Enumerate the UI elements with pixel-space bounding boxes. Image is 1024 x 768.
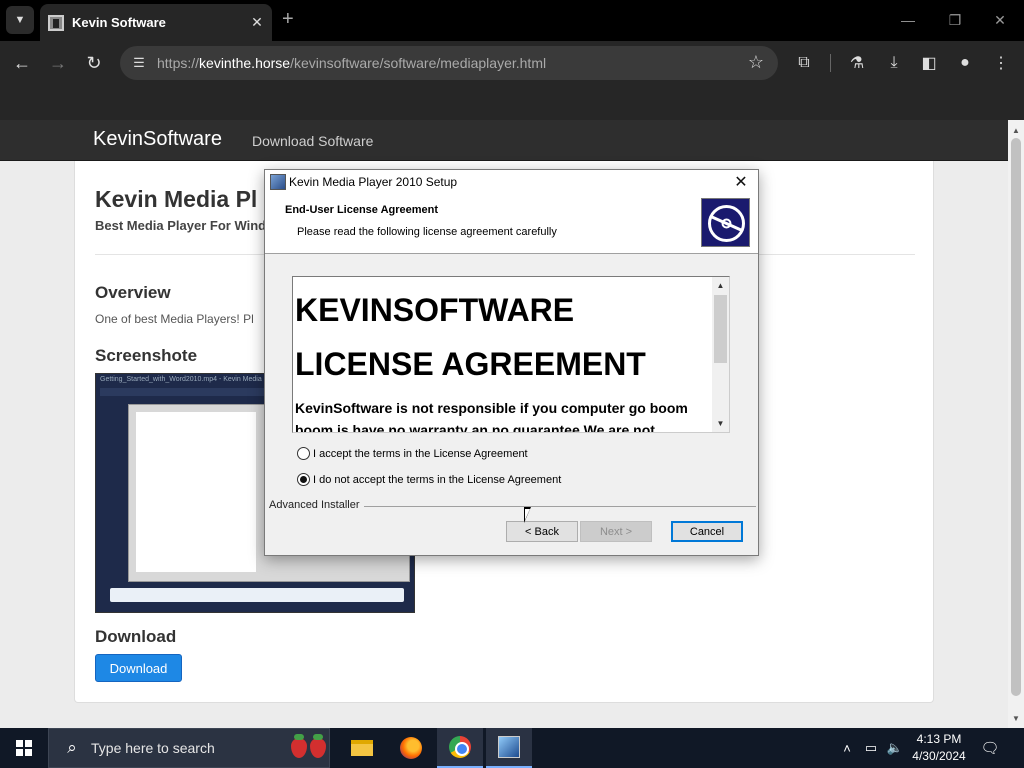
url-scheme: https://: [157, 55, 200, 71]
setup-taskbar-icon[interactable]: [486, 728, 532, 768]
decline-radio[interactable]: [297, 473, 310, 486]
bookmark-bar: [0, 85, 1024, 120]
browser-toolbar: ← → ↻ ☰ https://kevinthe.horse/kevinsoft…: [0, 41, 1024, 85]
dialog-titlebar[interactable]: Kevin Media Player 2010 Setup ✕: [265, 170, 758, 194]
new-tab-icon[interactable]: +: [282, 9, 294, 29]
dialog-header-title: End-User License Agreement: [285, 204, 439, 216]
url-host: kevinthe.horse: [199, 55, 291, 71]
dialog-header-subtitle: Please read the following license agreem…: [297, 226, 557, 238]
license-heading-line-1: KEVINSOFTWARE: [295, 292, 575, 328]
page-subtitle: Best Media Player For Wind: [95, 218, 267, 233]
tab-title: Kevin Software: [72, 15, 166, 30]
extensions-icon[interactable]: ⧉: [793, 52, 815, 74]
page-title: Kevin Media Pl: [95, 186, 258, 212]
scrollbar-thumb[interactable]: [1011, 138, 1021, 696]
strawberry-icon: [291, 734, 307, 758]
url-text[interactable]: https://kevinthe.horse/kevinsoftware/sof…: [157, 55, 546, 71]
accept-label[interactable]: I accept the terms in the License Agreem…: [313, 448, 528, 460]
forward-arrow-icon[interactable]: →: [46, 51, 70, 75]
advanced-installer-label: Advanced Installer: [269, 499, 364, 511]
dialog-close-icon[interactable]: ✕: [728, 170, 754, 194]
license-heading: KEVINSOFTWARE LICENSE AGREEMENT: [295, 283, 711, 391]
overview-text: One of best Media Players! Pl: [95, 312, 254, 326]
tab-search-dropdown-icon[interactable]: ▼: [6, 6, 34, 34]
decline-label[interactable]: I do not accept the terms in the License…: [313, 474, 561, 486]
scroll-down-arrow-icon[interactable]: ▼: [1008, 710, 1024, 726]
file-explorer-icon[interactable]: [339, 728, 385, 768]
download-heading: Download: [95, 627, 177, 646]
profile-icon[interactable]: ●: [954, 52, 976, 74]
screenshot-document: [136, 412, 256, 572]
dialog-title: Kevin Media Player 2010 Setup: [289, 175, 458, 189]
next-button[interactable]: Next >: [580, 521, 652, 542]
side-panel-icon[interactable]: ◧: [918, 52, 940, 74]
window-close-icon[interactable]: ✕: [988, 8, 1012, 32]
back-button[interactable]: < Back: [506, 521, 578, 542]
site-favicon-icon: [48, 14, 64, 31]
browser-tabstrip: ▼ Kevin Software ✕ + — ❐ ✕: [0, 0, 1024, 41]
dialog-header: End-User License Agreement Please read t…: [265, 194, 758, 254]
windows-logo-icon: [16, 740, 32, 756]
scroll-up-arrow-icon[interactable]: ▲: [1008, 122, 1024, 138]
setup-dialog: Kevin Media Player 2010 Setup ✕ End-User…: [264, 169, 759, 556]
taskbar-clock[interactable]: 4:13 PM 4/30/2024: [904, 731, 974, 765]
accept-radio[interactable]: [297, 447, 310, 460]
disc-logo-svg: [708, 205, 745, 242]
clock-time: 4:13 PM: [916, 732, 962, 746]
screenshot-player-controls: [110, 588, 404, 602]
nav-download-software-link[interactable]: Download Software: [252, 133, 373, 149]
strawberry-icon-2: [310, 734, 326, 758]
downloads-icon[interactable]: ⤓: [883, 52, 905, 74]
screenshot-heading: Screenshote: [95, 346, 198, 365]
license-scroll-down-icon[interactable]: ▼: [712, 415, 729, 432]
license-heading-line-2: LICENSE AGREEMENT: [295, 346, 646, 382]
site-navbar: KevinSoftware Download Software: [0, 120, 1008, 161]
disc-logo-icon: [701, 198, 750, 247]
cancel-button[interactable]: Cancel: [671, 521, 743, 542]
site-info-icon[interactable]: ☰: [130, 54, 148, 72]
license-scrollbar[interactable]: ▲ ▼: [712, 277, 729, 432]
search-placeholder[interactable]: Type here to search: [91, 740, 291, 756]
accept-option[interactable]: I accept the terms in the License Agreem…: [297, 447, 528, 460]
clock-date: 4/30/2024: [912, 749, 966, 763]
bookmark-star-icon[interactable]: ☆: [748, 52, 764, 73]
license-scroll-up-icon[interactable]: ▲: [712, 277, 729, 294]
decline-option[interactable]: I do not accept the terms in the License…: [297, 473, 561, 486]
tray-overflow-chevron-icon[interactable]: ˄: [838, 739, 856, 757]
start-button[interactable]: [0, 728, 48, 768]
site-brand[interactable]: KevinSoftware: [93, 128, 222, 151]
window-minimize-icon[interactable]: —: [896, 8, 920, 32]
back-arrow-icon[interactable]: ←: [10, 51, 34, 75]
windows-taskbar: ⌕ Type here to search ˄ ▭ 🔈 4:13 PM 4/30…: [0, 728, 1024, 768]
search-icon: ⌕: [67, 738, 77, 757]
license-text-box[interactable]: KEVINSOFTWARE LICENSE AGREEMENT KevinSof…: [292, 276, 730, 433]
network-icon[interactable]: ▭: [862, 739, 880, 757]
volume-muted-icon[interactable]: 🔈: [886, 739, 904, 757]
url-path: /kevinsoftware/software/mediaplayer.html: [290, 55, 547, 71]
page-scrollbar[interactable]: ▲ ▼: [1008, 120, 1024, 728]
window-restore-icon[interactable]: ❐: [943, 8, 967, 32]
license-body-text: KevinSoftware is not responsible if you …: [295, 400, 688, 433]
labs-flask-icon[interactable]: ⚗: [846, 52, 868, 74]
browser-tab[interactable]: Kevin Software ✕: [40, 4, 272, 41]
address-bar[interactable]: ☰ https://kevinthe.horse/kevinsoftware/s…: [120, 46, 778, 80]
download-button[interactable]: Download: [95, 654, 182, 682]
taskbar-search[interactable]: ⌕ Type here to search: [48, 728, 330, 768]
browser-menu-icon[interactable]: ⋮: [990, 52, 1012, 74]
reload-icon[interactable]: ↻: [82, 51, 106, 75]
overview-heading: Overview: [95, 283, 171, 302]
firefox-icon[interactable]: [388, 728, 434, 768]
chrome-icon[interactable]: [437, 728, 483, 768]
setup-app-icon: [270, 174, 286, 190]
tab-close-icon[interactable]: ✕: [246, 12, 268, 34]
toolbar-separator: [830, 54, 831, 72]
license-scroll-thumb[interactable]: [714, 295, 727, 363]
mouse-cursor-icon: [524, 507, 536, 523]
notifications-icon[interactable]: 🗨: [980, 738, 1000, 758]
